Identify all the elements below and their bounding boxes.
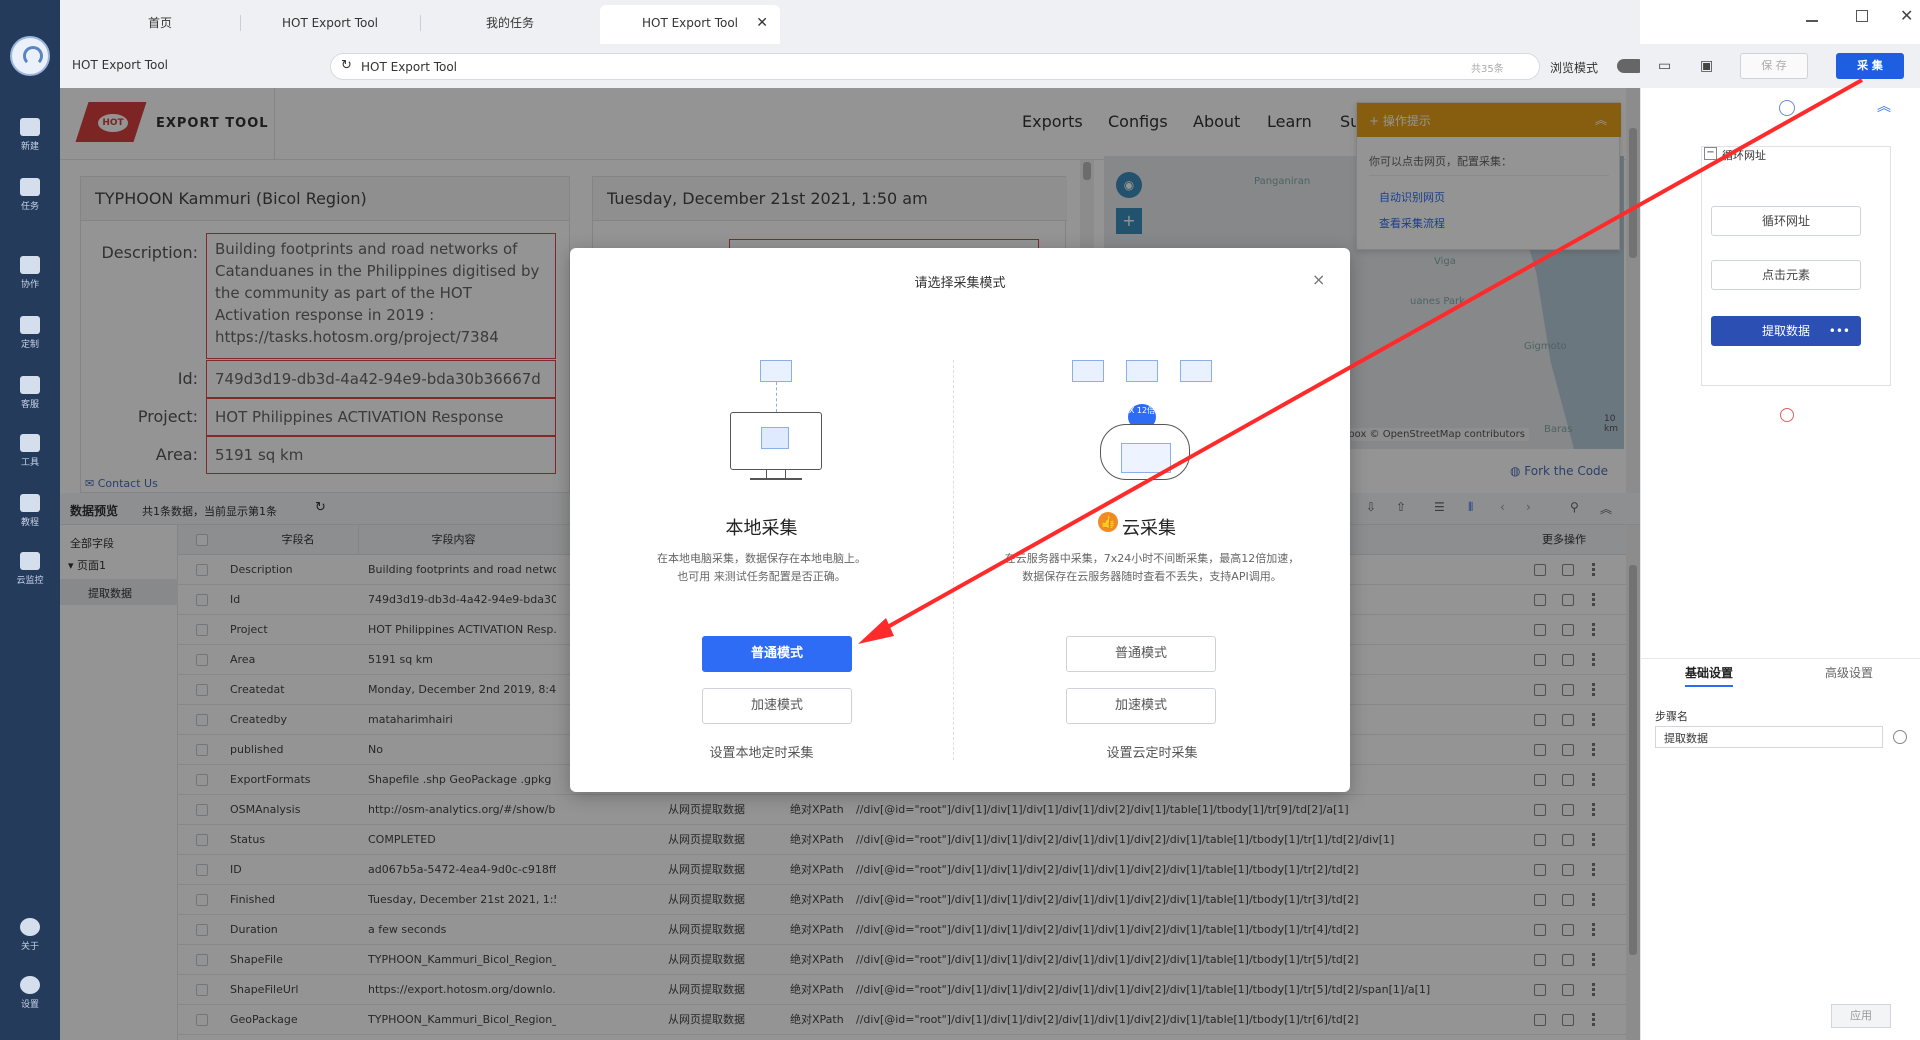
annotation-arrow: [858, 78, 1863, 644]
arrow-head: [858, 618, 894, 644]
arrow-line: [867, 78, 1863, 640]
